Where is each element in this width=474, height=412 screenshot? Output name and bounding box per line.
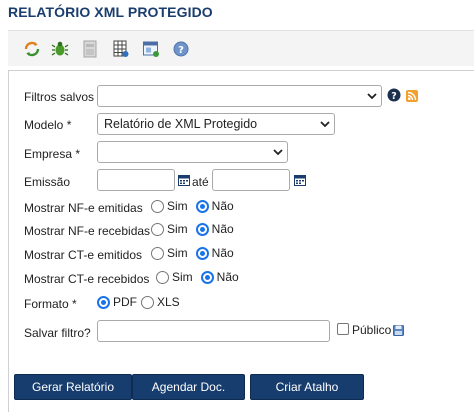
calendar-icon[interactable]: [294, 174, 306, 186]
cte-emitidos-label: Mostrar CT-e emitidos: [24, 248, 143, 262]
calendar-icon[interactable]: [178, 174, 190, 186]
radio-pdf-label: PDF: [113, 295, 137, 309]
page-title: RELATÓRIO XML PROTEGIDO: [8, 4, 213, 20]
radio-sim[interactable]: [151, 199, 164, 213]
window-icon[interactable]: [141, 39, 161, 59]
salvar-filtro-input[interactable]: [97, 320, 330, 342]
radio-nao-label: Não: [211, 246, 234, 260]
refresh-icon[interactable]: [22, 39, 42, 59]
radio-sim-label: Sim: [167, 222, 188, 236]
modelo-label: Modelo *: [24, 118, 72, 132]
empresa-label: Empresa *: [24, 147, 81, 161]
radio-sim-label: Sim: [172, 270, 193, 284]
modelo-select[interactable]: Relatório de XML Protegido: [97, 113, 335, 135]
radio-xls-label: XLS: [157, 295, 180, 309]
document-icon[interactable]: [80, 39, 100, 59]
svg-text:?: ?: [178, 45, 184, 56]
save-icon[interactable]: [393, 325, 404, 339]
help-icon[interactable]: ?: [171, 39, 191, 59]
emissao-ate-label: até: [192, 175, 209, 189]
formato-label: Formato *: [24, 297, 77, 311]
nfe-emitidas-label: Mostrar NF-e emitidas: [24, 201, 143, 215]
publico-label: Público: [352, 323, 392, 337]
cte-recebidos-radio-group: Sim Não: [156, 270, 247, 284]
radio-sim[interactable]: [151, 246, 164, 260]
radio-nao-label: Não: [211, 222, 234, 236]
radio-nao[interactable]: [195, 222, 209, 236]
filtros-salvos-select[interactable]: [97, 85, 382, 107]
chevron-down-icon: [316, 114, 334, 134]
radio-nao[interactable]: [195, 199, 209, 213]
salvar-filtro-label: Salvar filtro?: [24, 326, 91, 340]
radio-nao[interactable]: [200, 270, 214, 284]
empresa-select[interactable]: [97, 141, 288, 163]
emissao-start-input[interactable]: [97, 169, 175, 191]
grid-report-icon[interactable]: [111, 39, 131, 59]
bug-icon[interactable]: [50, 39, 70, 59]
filtros-salvos-label: Filtros salvos: [24, 90, 95, 104]
emissao-label: Emissão: [24, 175, 71, 189]
radio-nao[interactable]: [195, 246, 209, 260]
chevron-down-icon: [269, 142, 287, 162]
radio-sim-label: Sim: [167, 246, 188, 260]
nfe-emitidas-radio-group: Sim Não: [151, 199, 242, 213]
radio-pdf[interactable]: [97, 295, 110, 309]
agendar-doc-button[interactable]: Agendar Doc.: [132, 374, 245, 400]
rss-feed-icon[interactable]: [406, 90, 418, 105]
modelo-value: Relatório de XML Protegido: [104, 117, 258, 131]
radio-sim[interactable]: [151, 222, 164, 236]
cte-emitidos-radio-group: Sim Não: [151, 246, 242, 260]
cte-recebidos-label: Mostrar CT-e recebidos: [24, 272, 150, 286]
toolbar: ?: [8, 30, 474, 66]
radio-sim-label: Sim: [167, 199, 188, 213]
svg-text:?: ?: [391, 91, 397, 102]
nfe-recebidas-label: Mostrar NF-e recebidas: [24, 224, 151, 238]
chevron-down-icon: [363, 86, 381, 106]
radio-xls[interactable]: [141, 295, 154, 309]
question-help-icon[interactable]: ?: [387, 88, 401, 105]
emissao-end-input[interactable]: [212, 169, 290, 191]
formato-radio-group: PDF XLS: [97, 295, 188, 309]
radio-sim[interactable]: [156, 270, 169, 284]
nfe-recebidas-radio-group: Sim Não: [151, 222, 242, 236]
gerar-relatorio-button[interactable]: Gerar Relatório: [14, 374, 132, 400]
radio-nao-label: Não: [216, 270, 239, 284]
radio-nao-label: Não: [211, 199, 234, 213]
criar-atalho-button[interactable]: Criar Atalho: [250, 374, 364, 400]
publico-checkbox[interactable]: [337, 323, 349, 335]
